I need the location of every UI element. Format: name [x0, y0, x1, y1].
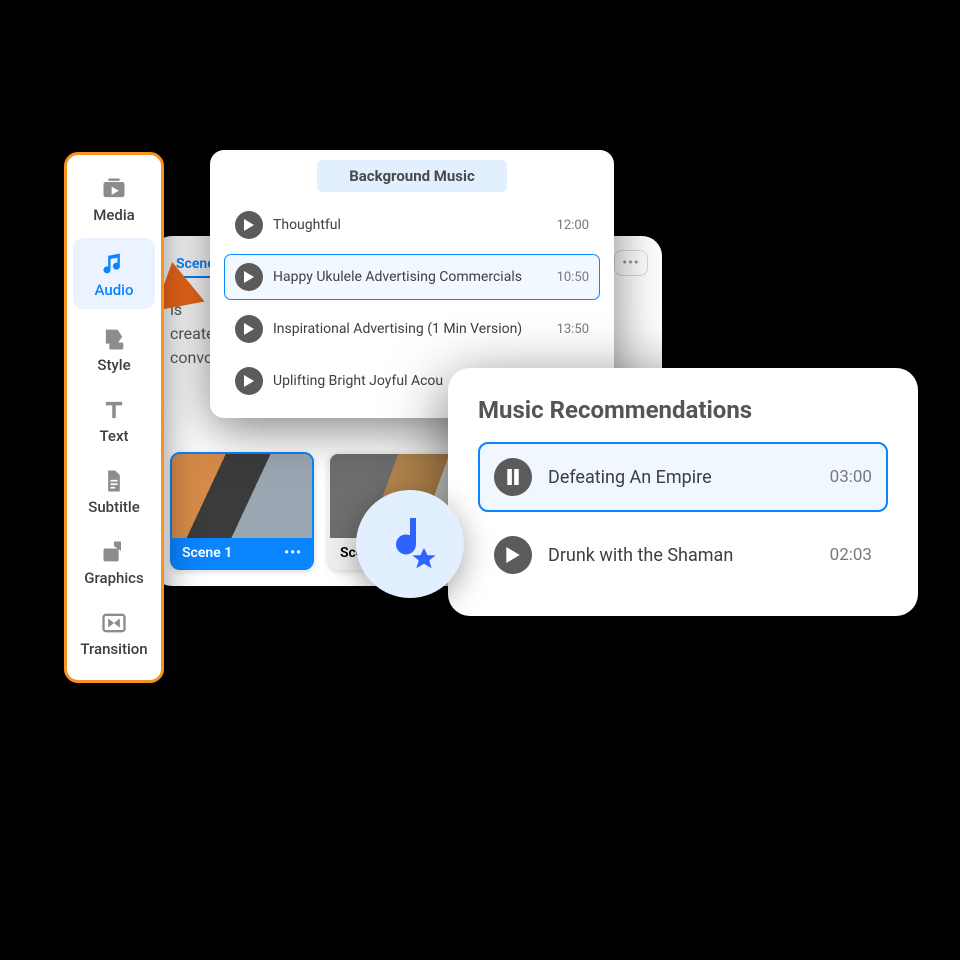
track-title: Defeating An Empire [548, 467, 814, 488]
pause-icon[interactable] [494, 458, 532, 496]
more-button[interactable]: ••• [614, 250, 648, 276]
sidebar-item-subtitle[interactable]: Subtitle [67, 455, 161, 526]
track-duration: 03:00 [830, 467, 872, 487]
style-icon [100, 325, 128, 353]
transition-icon [100, 609, 128, 637]
sidebar-item-audio[interactable]: Audio [73, 238, 155, 309]
sidebar-item-label: Audio [95, 281, 134, 299]
track-duration: 02:03 [830, 545, 872, 565]
track-title: Drunk with the Shaman [548, 545, 814, 566]
play-icon[interactable] [235, 315, 263, 343]
word: create [170, 322, 215, 346]
sidebar-item-text[interactable]: Text [67, 384, 161, 455]
panel-title: Music Recommendations [478, 396, 888, 424]
sidebar-item-media[interactable]: Media [67, 163, 161, 234]
track-duration: 12:00 [557, 218, 589, 233]
play-icon[interactable] [235, 211, 263, 239]
panel-title: Background Music [317, 160, 507, 192]
sidebar-item-label: Text [99, 427, 128, 445]
sidebar-item-label: Style [97, 356, 130, 374]
sidebar-item-label: Subtitle [88, 498, 140, 516]
track-duration: 10:50 [557, 270, 589, 285]
track-title: Happy Ukulele Advertising Commercials [273, 269, 547, 285]
sidebar-item-label: Transition [80, 640, 147, 658]
sidebar: Media Audio Style Text Subtitle Graphics… [64, 152, 164, 683]
track-title: Inspirational Advertising (1 Min Version… [273, 321, 547, 337]
scene-card[interactable]: Scene 1 ••• [170, 452, 314, 570]
scene-thumbnail [172, 454, 312, 538]
track-row[interactable]: Inspirational Advertising (1 Min Version… [224, 306, 600, 352]
sidebar-item-transition[interactable]: Transition [67, 597, 161, 668]
sidebar-item-graphics[interactable]: Graphics [67, 526, 161, 597]
graphics-icon [100, 538, 128, 566]
play-icon[interactable] [494, 536, 532, 574]
music-star-icon [356, 490, 464, 598]
track-title: Thoughtful [273, 217, 547, 233]
sidebar-item-label: Graphics [84, 569, 143, 587]
recommendation-row[interactable]: Defeating An Empire 03:00 [478, 442, 888, 512]
track-row[interactable]: Thoughtful 12:00 [224, 202, 600, 248]
sidebar-item-label: Media [93, 206, 135, 224]
sidebar-item-style[interactable]: Style [67, 313, 161, 384]
track-duration: 13:50 [557, 322, 589, 337]
subtitle-icon [100, 467, 128, 495]
scene-label: Scene 1 [182, 545, 232, 561]
media-icon [100, 175, 128, 203]
scene-more-icon[interactable]: ••• [284, 545, 302, 561]
track-row[interactable]: Happy Ukulele Advertising Commercials 10… [224, 254, 600, 300]
recommendation-row[interactable]: Drunk with the Shaman 02:03 [478, 520, 888, 590]
text-icon [100, 396, 128, 424]
music-recommendations-panel: Music Recommendations Defeating An Empir… [448, 368, 918, 616]
play-icon[interactable] [235, 367, 263, 395]
audio-icon [100, 250, 128, 278]
play-icon[interactable] [235, 263, 263, 291]
